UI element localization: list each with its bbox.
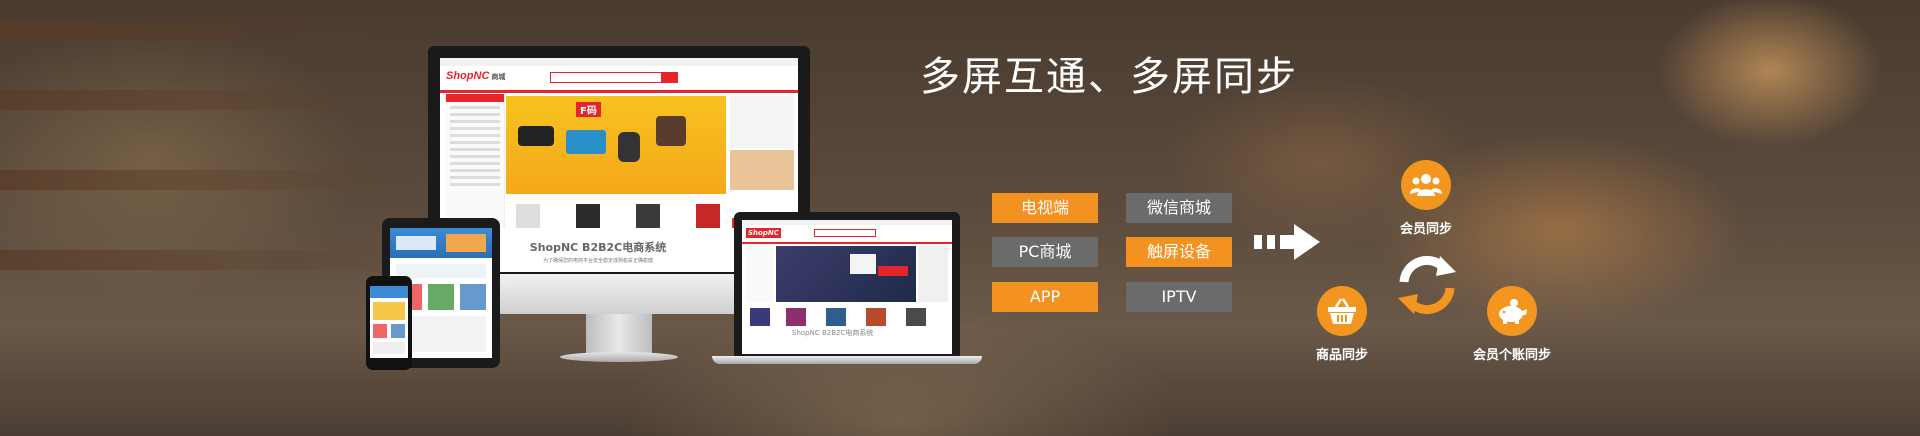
monitor-base [560, 352, 678, 362]
screen-promo-banner: F码 [506, 96, 726, 194]
screen-search-button [662, 72, 678, 83]
member-sync-node: 会员同步 [1378, 160, 1474, 237]
promo-badge: F码 [576, 102, 601, 117]
account-sync-label: 会员个账同步 [1472, 348, 1551, 363]
product-sync-node: 商品同步 [1294, 286, 1390, 363]
screen-category-sidebar [446, 94, 505, 228]
tag-app: APP [992, 282, 1098, 312]
tag-iptv: IPTV [1126, 282, 1232, 312]
monitor-caption-box: ShopNC B2B2C电商系统 为了确保您的电商平台安全稳定成熟稳妥正确稳健 [528, 236, 668, 270]
arrow-right-icon [1254, 222, 1320, 266]
promo-product [656, 116, 686, 146]
laptop-screen: ShopNC ShopNC B2B2C电商系统 [742, 220, 952, 354]
monitor-stand [586, 314, 652, 356]
tag-touch-device: 触屏设备 [1126, 237, 1232, 267]
account-sync-node: 会员个账同步 [1464, 286, 1560, 363]
tag-wechat-mall: 微信商城 [1126, 193, 1232, 223]
member-sync-label: 会员同步 [1399, 222, 1452, 237]
promo-product [566, 130, 606, 154]
bg-shelf [0, 250, 420, 270]
screen-quick-icons [730, 96, 794, 148]
product-sync-label: 商品同步 [1315, 348, 1368, 363]
laptop-base [712, 356, 982, 364]
bg-shelf [0, 90, 420, 110]
laptop: ShopNC ShopNC B2B2C电商系统 [712, 212, 982, 368]
screen-topbar [440, 58, 798, 66]
screen-product-row [506, 198, 726, 232]
phone-screen [370, 286, 408, 358]
monitor-caption-sub: 为了确保您的电商平台安全稳定成熟稳妥正确稳健 [542, 258, 653, 264]
laptop-banner [776, 246, 916, 302]
tag-tv: 电视端 [992, 193, 1098, 223]
monitor-caption: ShopNC B2B2C电商系统 [529, 241, 667, 254]
basket-icon [1317, 286, 1367, 336]
members-icon [1401, 160, 1451, 210]
bg-shelf [0, 170, 420, 190]
piggy-bank-icon [1487, 286, 1537, 336]
screen-side-ad [730, 150, 794, 190]
phone [366, 276, 412, 370]
screen-nav-line [440, 90, 798, 93]
bg-shelf [0, 20, 420, 40]
promo-product [618, 132, 640, 162]
laptop-caption: ShopNC B2B2C电商系统 [792, 329, 874, 337]
sync-cycle-icon [1394, 252, 1460, 318]
banner: ShopNC 商城 F码 ShopNC B2B2C电商系统 为了确保您的电商平台… [0, 0, 1920, 436]
promo-product [518, 126, 554, 146]
screen-search-input [550, 72, 662, 83]
tag-pc-mall: PC商城 [992, 237, 1098, 267]
shop-logo: ShopNC 商城 [446, 70, 506, 82]
page-title: 多屏互通、多屏同步 [920, 54, 1298, 100]
laptop-logo: ShopNC [746, 228, 781, 238]
